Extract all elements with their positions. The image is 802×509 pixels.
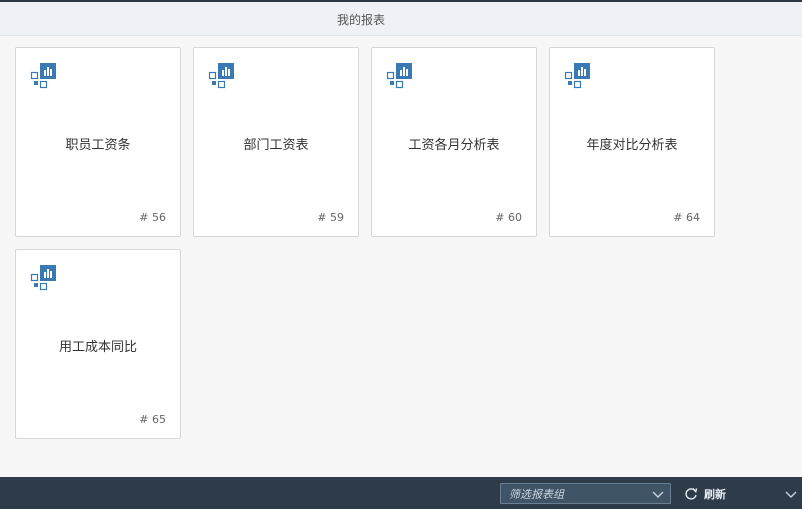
report-tile[interactable]: 职员工资条 # 56: [15, 47, 181, 237]
report-group-filter[interactable]: 筛选报表组: [500, 483, 671, 504]
filter-placeholder: 筛选报表组: [509, 487, 564, 501]
page-title: 我的报表: [337, 13, 386, 27]
report-chart-icon: [564, 63, 590, 89]
report-number: # 59: [317, 211, 344, 224]
report-name: 部门工资表: [243, 138, 309, 153]
report-chart-icon: [386, 63, 412, 89]
refresh-button[interactable]: 刷新: [684, 485, 726, 503]
report-chart-icon: [30, 265, 56, 291]
report-chart-icon: [30, 63, 56, 89]
refresh-icon: [685, 488, 698, 500]
report-name: 工资各月分析表: [408, 138, 500, 153]
footer-bar: 筛选报表组 刷新: [0, 477, 802, 509]
header-bar: 我的报表: [0, 2, 802, 36]
report-name: 职员工资条: [65, 138, 131, 153]
report-tile[interactable]: 部门工资表 # 59: [193, 47, 359, 237]
report-tile[interactable]: 用工成本同比 # 65: [15, 249, 181, 439]
chevron-down-icon: [652, 491, 664, 498]
report-name: 年度对比分析表: [586, 138, 678, 153]
report-tile[interactable]: 年度对比分析表 # 64: [549, 47, 715, 237]
report-number: # 56: [139, 211, 166, 224]
report-number: # 65: [139, 413, 166, 426]
report-number: # 60: [495, 211, 522, 224]
chevron-down-icon[interactable]: [785, 489, 797, 499]
report-tile[interactable]: 工资各月分析表 # 60: [371, 47, 537, 237]
report-name: 用工成本同比: [58, 340, 137, 355]
report-chart-icon: [208, 63, 234, 89]
report-number: # 64: [673, 211, 700, 224]
refresh-label: 刷新: [704, 488, 726, 501]
